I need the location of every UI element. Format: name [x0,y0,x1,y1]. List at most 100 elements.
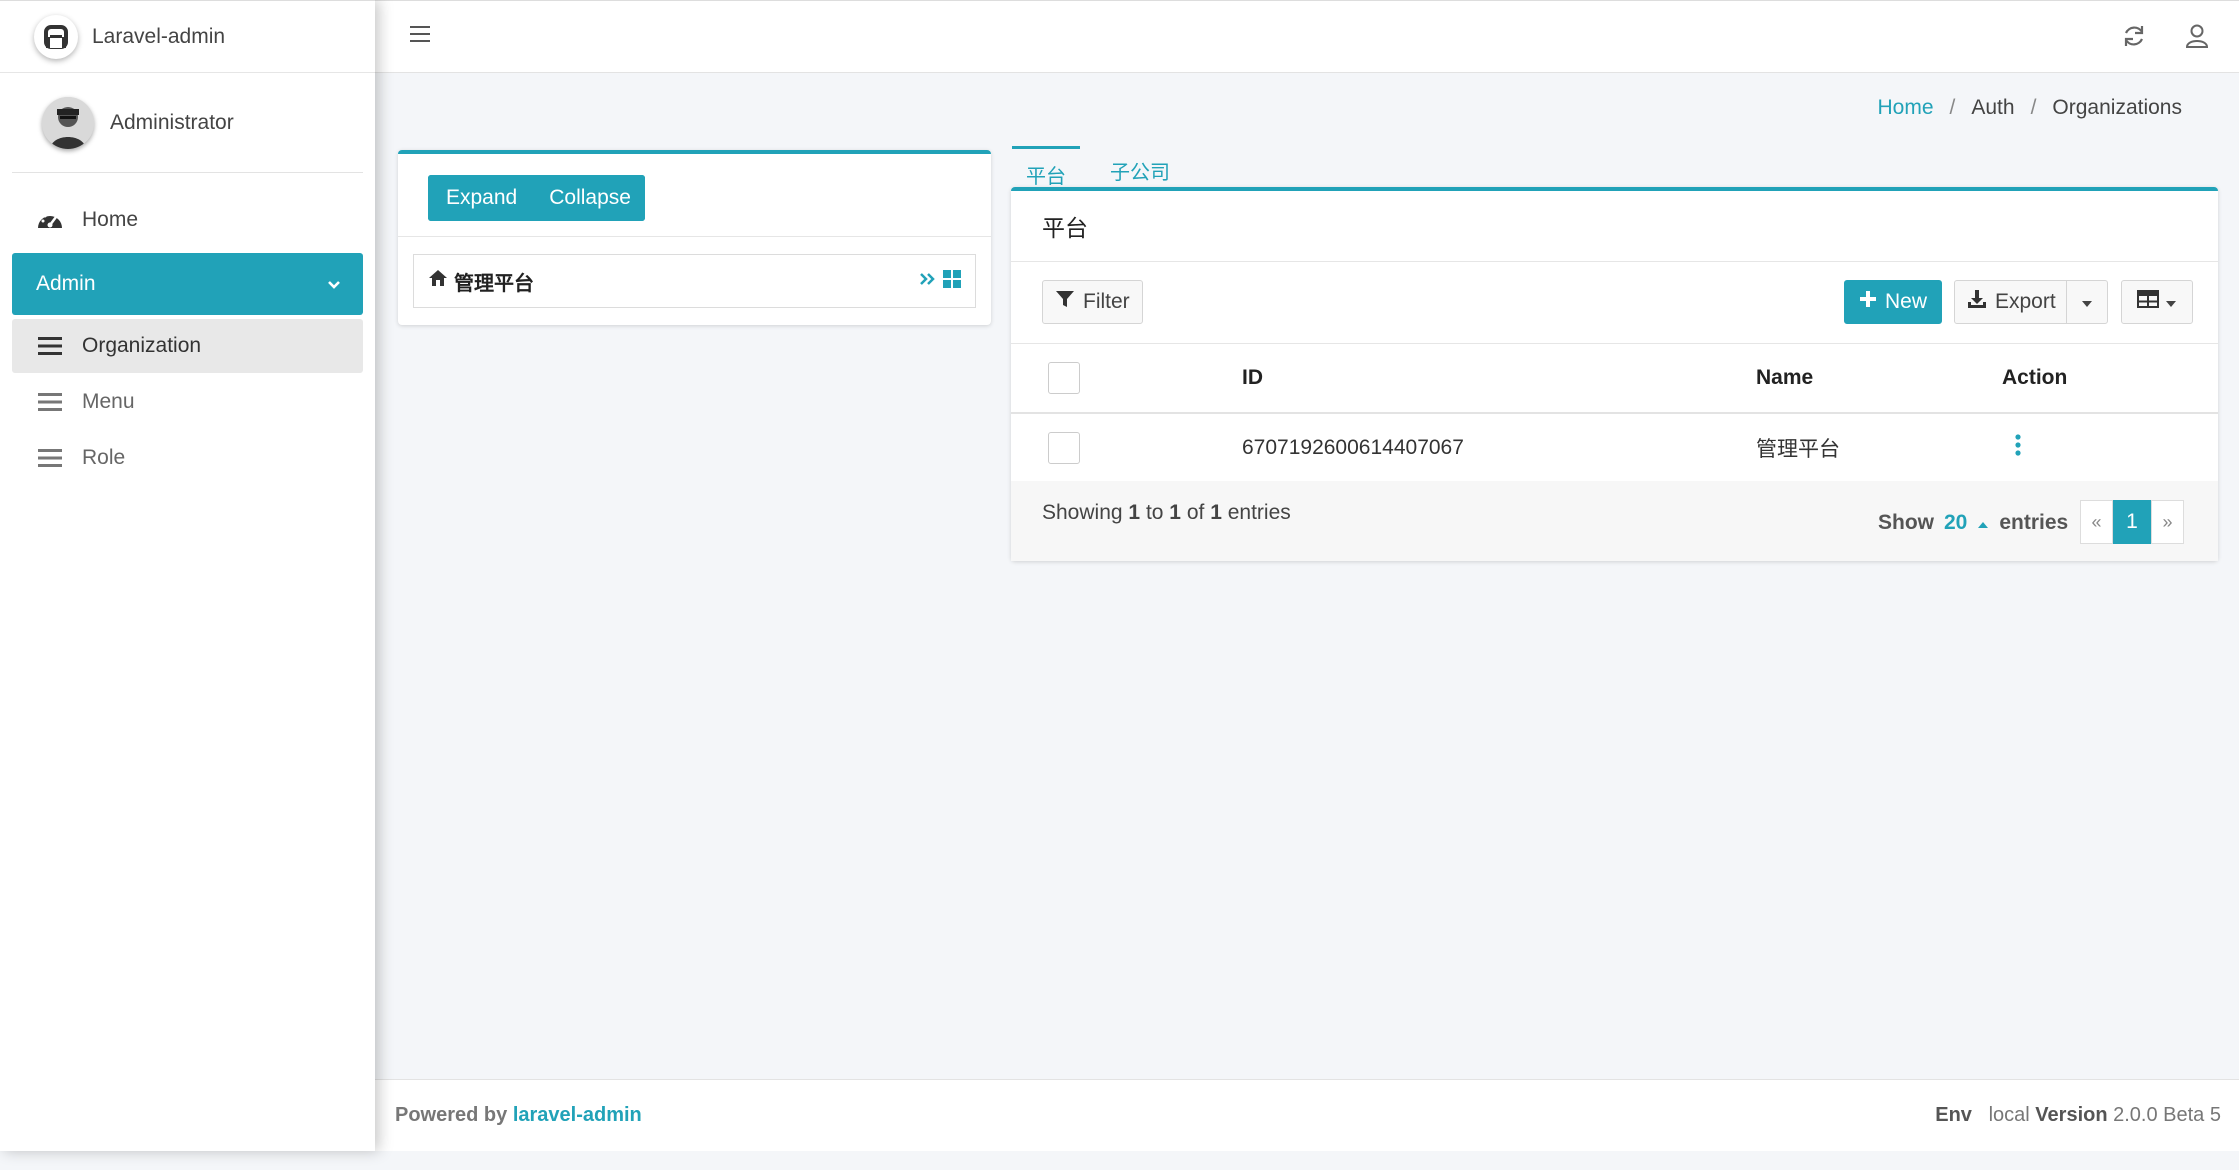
sidebar-nav: Home Admin Organization Menu Role [0,193,375,485]
column-selector-button[interactable] [2121,280,2193,324]
showing-to: 1 [1169,501,1181,524]
breadcrumb-auth: Auth [1971,96,2015,119]
table-row: 6707192600614407067 管理平台 [1011,413,2218,481]
breadcrumb-separator: / [2030,96,2037,119]
export-label: Export [1995,290,2056,313]
expand-button[interactable]: Expand [428,175,532,221]
breadcrumb-separator: / [1949,96,1956,119]
env-info: Env local Version 2.0.0 Beta 5 [1935,1104,2221,1127]
cell-name: 管理平台 [1756,437,1840,461]
filter-button[interactable]: Filter [1042,280,1143,324]
sidebar-group-label: Admin [36,272,96,295]
showing-of-word: of [1186,501,1205,524]
plus-icon [1859,290,1877,314]
sidebar-item-role[interactable]: Role [12,431,363,485]
breadcrumb-current: Organizations [2052,96,2182,119]
row-checkbox[interactable] [1048,431,1080,464]
sidebar-item-label: Home [82,208,139,231]
breadcrumb: Home / Auth / Organizations [1878,96,2183,120]
pagination-next[interactable]: » [2151,500,2184,544]
select-all-cell [1011,344,1231,414]
home-icon [428,269,448,293]
double-chevron-right-icon[interactable] [919,271,937,292]
sidebar-item-organization[interactable]: Organization [12,319,363,373]
sidebar-item-label: Role [82,446,126,469]
bars-icon [36,388,64,416]
tree-node[interactable]: 管理平台 [413,254,976,308]
sidebar-item-menu[interactable]: Menu [12,375,363,429]
filter-icon [1055,289,1075,315]
breadcrumb-home[interactable]: Home [1878,96,1934,120]
per-page-value[interactable]: 20 [1944,511,1967,535]
pagination-prev[interactable]: « [2080,500,2113,544]
download-icon [1967,289,1987,315]
powered-by-link[interactable]: laravel-admin [513,1104,642,1126]
env-value: local [1988,1104,2030,1126]
showing-total: 1 [1210,501,1222,524]
vertical-ellipsis-icon[interactable] [2014,433,2022,462]
bars-icon [36,444,64,472]
tree-node-actions [919,269,961,293]
new-button[interactable]: New [1844,280,1943,324]
new-label: New [1885,290,1928,313]
brand[interactable]: Laravel-admin [0,0,375,73]
panel-title: 平台 [1011,191,2218,262]
showing-text: Showing 1 to 1 of 1 entries [1042,501,1291,525]
pagination-page-current[interactable]: 1 [2113,500,2151,544]
column-header-id[interactable]: ID [1231,344,1747,414]
per-page-show-word: Show [1878,511,1934,534]
user-icon[interactable] [2185,23,2209,54]
showing-to-word: to [1145,501,1164,524]
dashboard-icon [36,206,64,234]
top-right-actions [2121,23,2209,54]
caret-down-icon [2165,290,2177,314]
page-footer: Powered by laravel-admin Env local Versi… [375,1079,2239,1151]
hamburger-icon[interactable] [410,25,430,48]
pagination: « 1 » [2080,500,2184,544]
sidebar: Laravel-admin Administrator Home Admin O… [0,0,375,1151]
grid-footer: Showing 1 to 1 of 1 entries Show 20 entr… [1011,481,2218,561]
caret-up-icon [1977,511,1989,535]
divider [398,236,991,237]
column-header-name: Name [1747,344,1993,414]
powered-by-text: Powered by [395,1104,508,1126]
showing-from: 1 [1128,501,1141,524]
sidebar-item-label: Menu [82,390,135,413]
data-table: ID Name Action 6707192600614407067 管理平台 [1011,344,2218,481]
user-panel[interactable]: Administrator [12,73,363,173]
avatar [42,96,94,149]
column-header-action: Action [1993,344,2218,414]
refresh-icon[interactable] [2121,23,2147,54]
sidebar-group-admin[interactable]: Admin [12,253,363,315]
grid-panel: 平台 Filter New Export ID Name Action 6707… [1011,187,2218,561]
showing-prefix: Showing [1042,501,1123,524]
powered-by: Powered by laravel-admin [395,1104,642,1127]
sidebar-item-home[interactable]: Home [12,193,363,247]
tab-subsidiary[interactable]: 子公司 [1096,146,1184,193]
table-icon [2137,290,2159,314]
tree-node-label: 管理平台 [454,272,534,295]
export-button[interactable]: Export [1954,280,2069,324]
user-name: Administrator [110,110,234,134]
filter-label: Filter [1083,290,1130,313]
tree-card: Expand Collapse 管理平台 [398,150,991,325]
chevron-down-icon [327,272,341,296]
collapse-button[interactable]: Collapse [531,175,645,221]
grid-toolbar: Filter New Export [1011,262,2218,344]
top-bar [375,0,2239,73]
select-all-checkbox[interactable] [1048,362,1080,394]
tree-button-group: Expand Collapse [428,175,645,221]
export-dropdown-toggle[interactable] [2066,280,2108,324]
per-page-entries-word: entries [1999,511,2069,534]
per-page-selector[interactable]: Show 20 entries [1878,511,2068,535]
tree-node-label-group: 管理平台 [428,267,534,296]
tabs: 平台 子公司 [1012,146,1184,193]
sidebar-item-label: Organization [82,334,202,357]
caret-down-icon [2081,290,2093,314]
brand-name: Laravel-admin [92,24,226,48]
showing-suffix: entries [1227,501,1291,524]
tab-platform[interactable]: 平台 [1012,146,1080,193]
grid-icon[interactable] [943,269,961,293]
cell-action [1993,413,2218,481]
bars-icon [36,332,64,360]
